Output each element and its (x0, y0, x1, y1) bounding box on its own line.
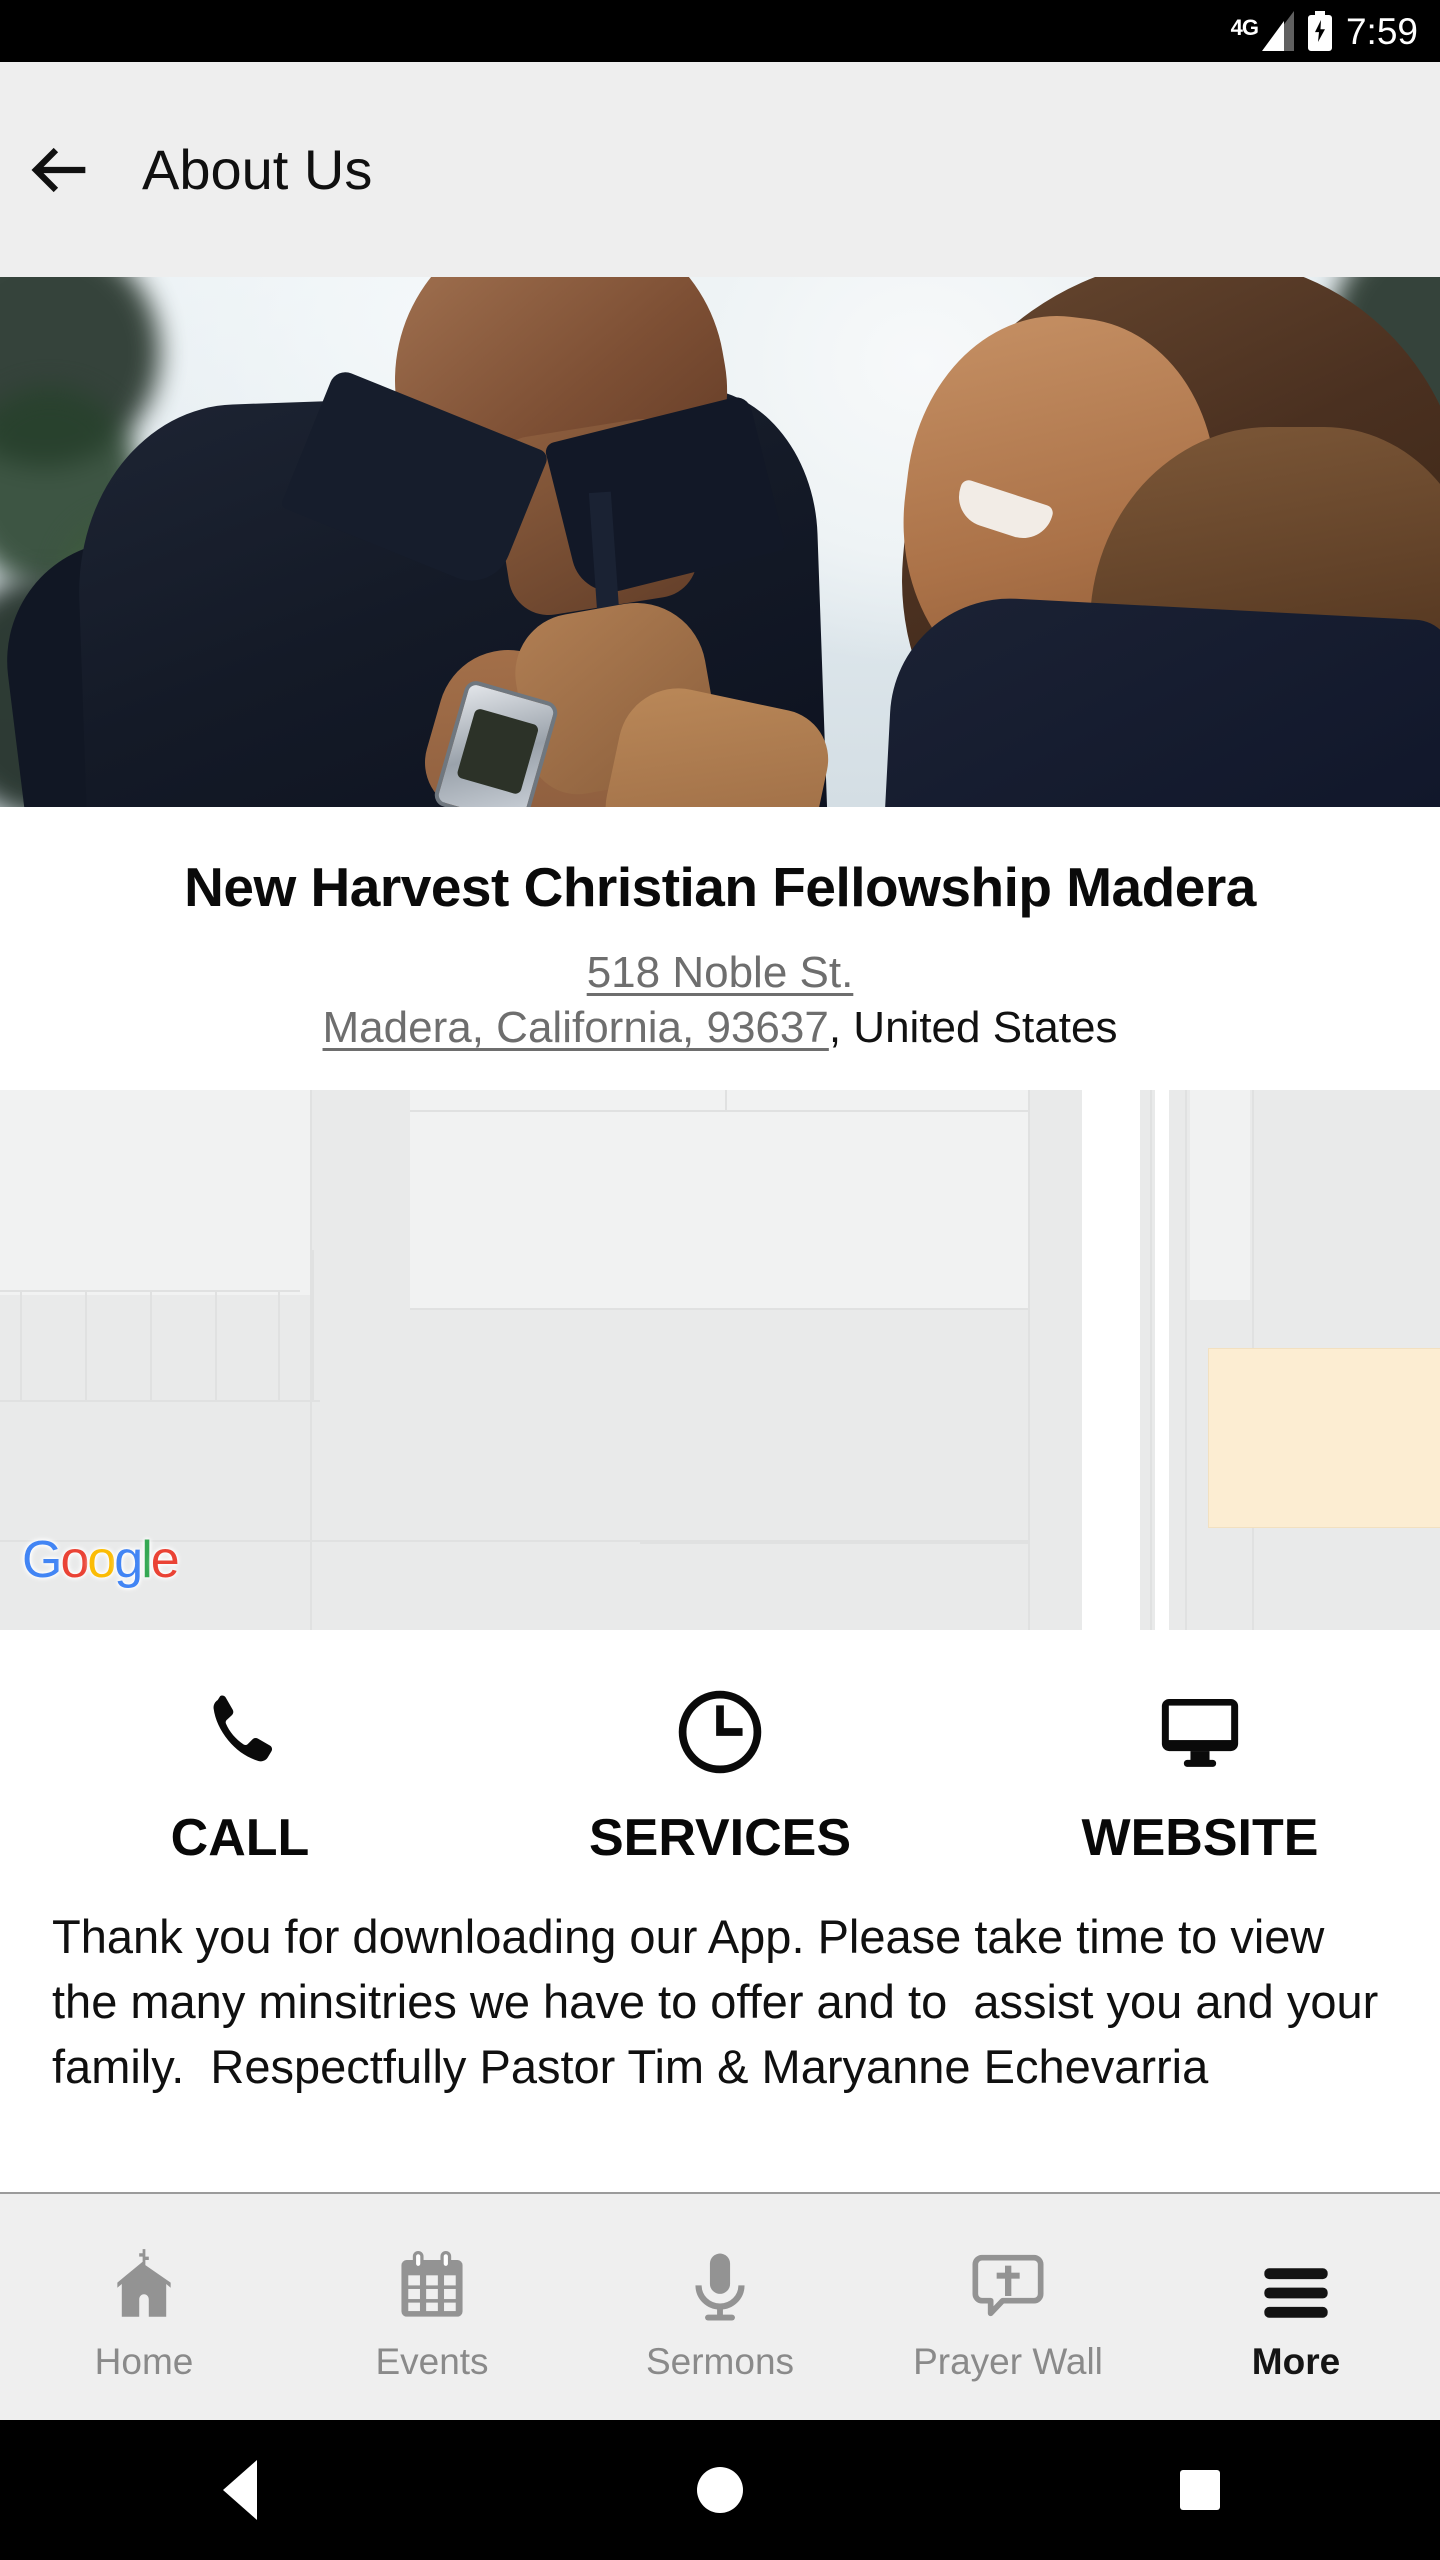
hero-photo (0, 277, 1440, 807)
church-icon (103, 2232, 185, 2327)
bottom-tab-bar: Home Events Sermons Prayer Wall More (0, 2192, 1440, 2420)
speech-bubble-cross-icon (968, 2232, 1048, 2327)
calendar-icon (393, 2232, 471, 2327)
organization-name: New Harvest Christian Fellowship Madera (184, 856, 1256, 918)
signal-bars-icon: 4G (1231, 11, 1294, 51)
back-arrow-icon (31, 147, 86, 192)
services-label: SERVICES (588, 1809, 852, 1867)
map-view[interactable]: Noble St Google (0, 1090, 1440, 1630)
website-label: WEBSITE (1081, 1809, 1319, 1867)
nav-back-icon (223, 2460, 257, 2520)
action-button-row: CALL SERVICES WEBSITE (0, 1630, 1440, 1920)
app-bar: About Us (0, 62, 1440, 277)
tab-more-label: More (1251, 2340, 1341, 2382)
address-line1-link[interactable]: 518 Noble St. (587, 948, 854, 997)
nav-recents-button[interactable] (1110, 2420, 1290, 2560)
battery-charging-icon (1307, 11, 1332, 51)
tab-sermons[interactable]: Sermons (576, 2194, 864, 2420)
tab-home[interactable]: Home (0, 2194, 288, 2420)
tab-prayer-wall[interactable]: Prayer Wall (864, 2194, 1152, 2420)
services-button[interactable]: SERVICES (480, 1630, 960, 1920)
nav-home-icon (697, 2467, 743, 2513)
tab-events[interactable]: Events (288, 2194, 576, 2420)
clock-icon (676, 1682, 764, 1782)
hamburger-menu-icon (1258, 2232, 1334, 2327)
nav-home-button[interactable] (630, 2420, 810, 2560)
tab-home-label: Home (94, 2340, 194, 2382)
tab-sermons-label: Sermons (645, 2340, 795, 2382)
nav-back-button[interactable] (150, 2420, 330, 2560)
call-label: CALL (170, 1809, 310, 1867)
phone-icon (196, 1682, 284, 1782)
microphone-icon (681, 2232, 759, 2327)
signal-strength-icon (1260, 11, 1294, 51)
about-description: Thank you for downloading our App. Pleas… (52, 1910, 1392, 2093)
tab-more[interactable]: More (1152, 2194, 1440, 2420)
page-title: About Us (142, 138, 373, 201)
google-logo: Google (22, 1531, 180, 1589)
network-type-label: 4G (1230, 15, 1259, 40)
call-button[interactable]: CALL (0, 1630, 480, 1920)
address-country: , United States (828, 1003, 1118, 1052)
monitor-icon (1156, 1682, 1244, 1782)
back-button[interactable] (0, 62, 120, 277)
address-line2-link[interactable]: Madera, California, 93637 (323, 1003, 829, 1052)
status-bar-clock: 7:59 (1345, 10, 1418, 52)
nav-recents-icon (1180, 2470, 1220, 2510)
app-screen: 4G 7:59 About Us New Harvest Christian F… (0, 0, 1440, 2560)
status-bar: 4G 7:59 (0, 0, 1440, 62)
address-block: 518 Noble St. Madera, California, 93637,… (0, 945, 1440, 1055)
website-button[interactable]: WEBSITE (960, 1630, 1440, 1920)
tab-events-label: Events (375, 2340, 489, 2382)
tab-prayer-wall-label: Prayer Wall (913, 2340, 1103, 2382)
system-navigation-bar (0, 2420, 1440, 2560)
